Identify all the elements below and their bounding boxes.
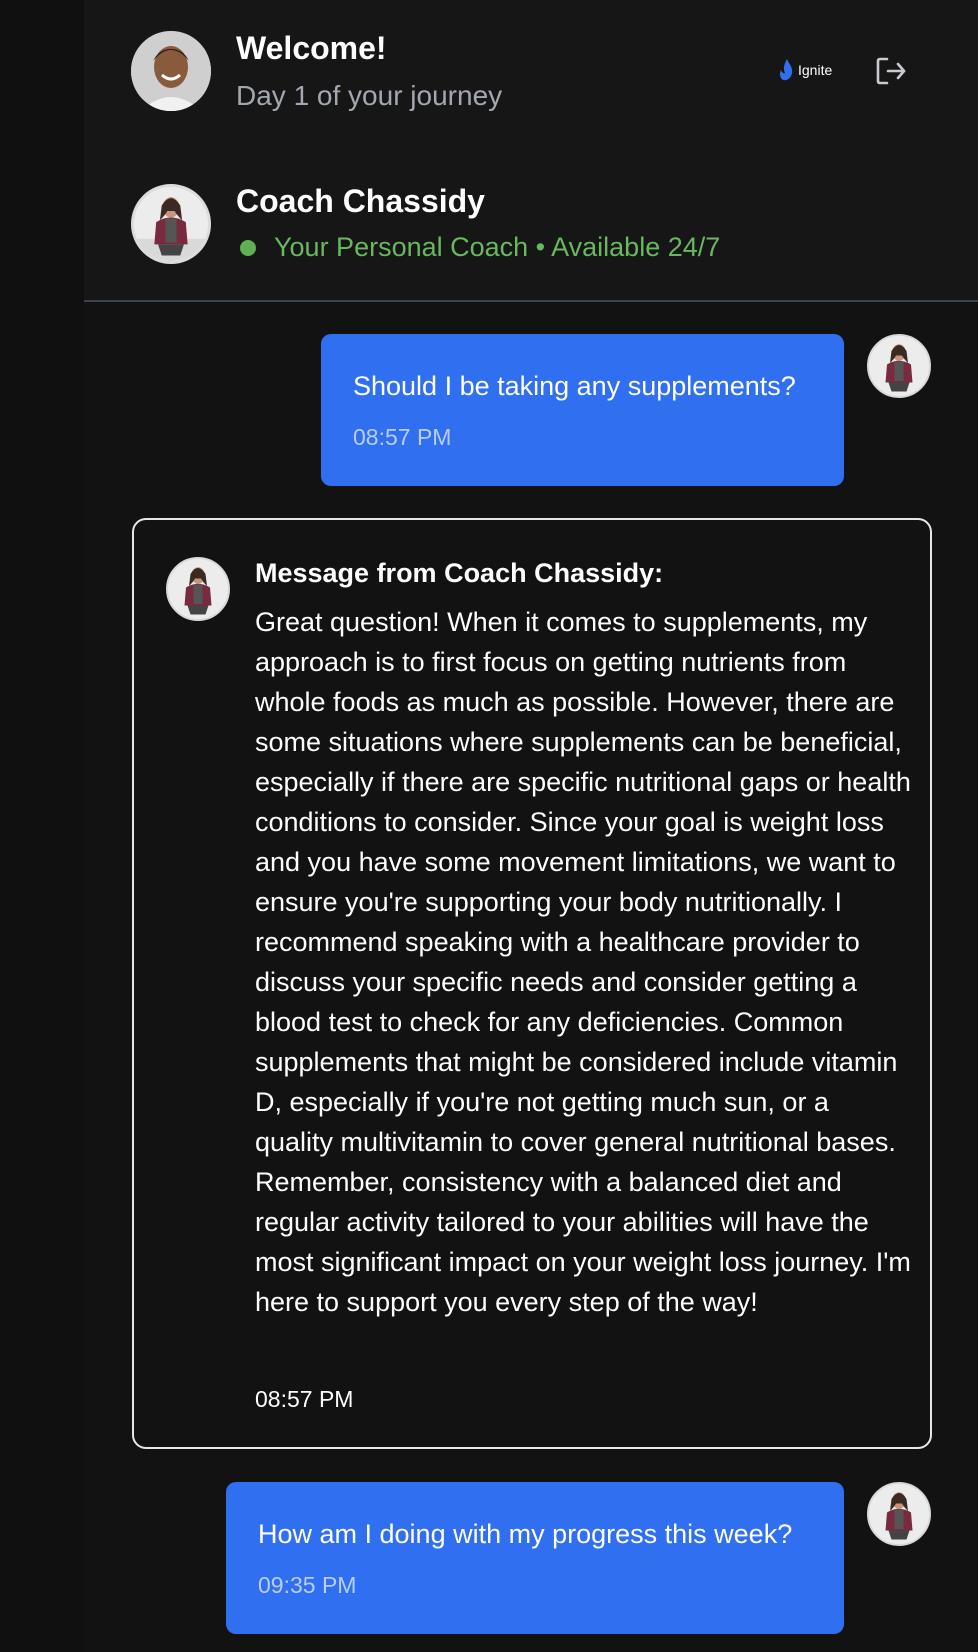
message-text: How am I doing with my progress this wee… <box>258 1519 793 1549</box>
brand-logo: Ignite <box>778 56 832 84</box>
brand-name: Ignite <box>798 62 833 78</box>
coach-status-text: Your Personal Coach • Available 24/7 <box>274 232 721 262</box>
message-text: Should I be taking any supplements? <box>353 371 796 401</box>
coach-avatar[interactable] <box>131 184 211 264</box>
journey-day-subtitle: Day 1 of your journey <box>236 80 503 111</box>
coach-message-card: Message from Coach Chassidy: Great quest… <box>132 518 932 1449</box>
online-status-dot <box>240 239 256 256</box>
user-message-bubble: How am I doing with my progress this wee… <box>226 1482 844 1634</box>
user-avatar[interactable] <box>131 31 211 111</box>
message-time: 09:35 PM <box>258 1572 357 1598</box>
message-avatar <box>867 1482 931 1546</box>
message-time: 08:57 PM <box>255 1386 354 1412</box>
left-gutter <box>0 0 84 1652</box>
coach-message-title: Message from Coach Chassidy: <box>255 558 664 588</box>
coach-message-text: Great question! When it comes to supplem… <box>255 607 911 1317</box>
welcome-title: Welcome! <box>236 30 387 66</box>
message-avatar <box>867 334 931 398</box>
logout-button[interactable] <box>874 54 908 88</box>
flame-icon <box>779 59 793 81</box>
coach-message-avatar <box>166 557 230 621</box>
coach-status: Your Personal Coach • Available 24/7 <box>236 232 720 263</box>
coach-name: Coach Chassidy <box>236 183 485 219</box>
chat-header: Welcome! Day 1 of your journey Ignite Co… <box>84 0 978 302</box>
message-time: 08:57 PM <box>353 424 452 450</box>
logout-icon <box>876 57 906 85</box>
user-message-bubble: Should I be taking any supplements? 08:5… <box>321 334 844 486</box>
